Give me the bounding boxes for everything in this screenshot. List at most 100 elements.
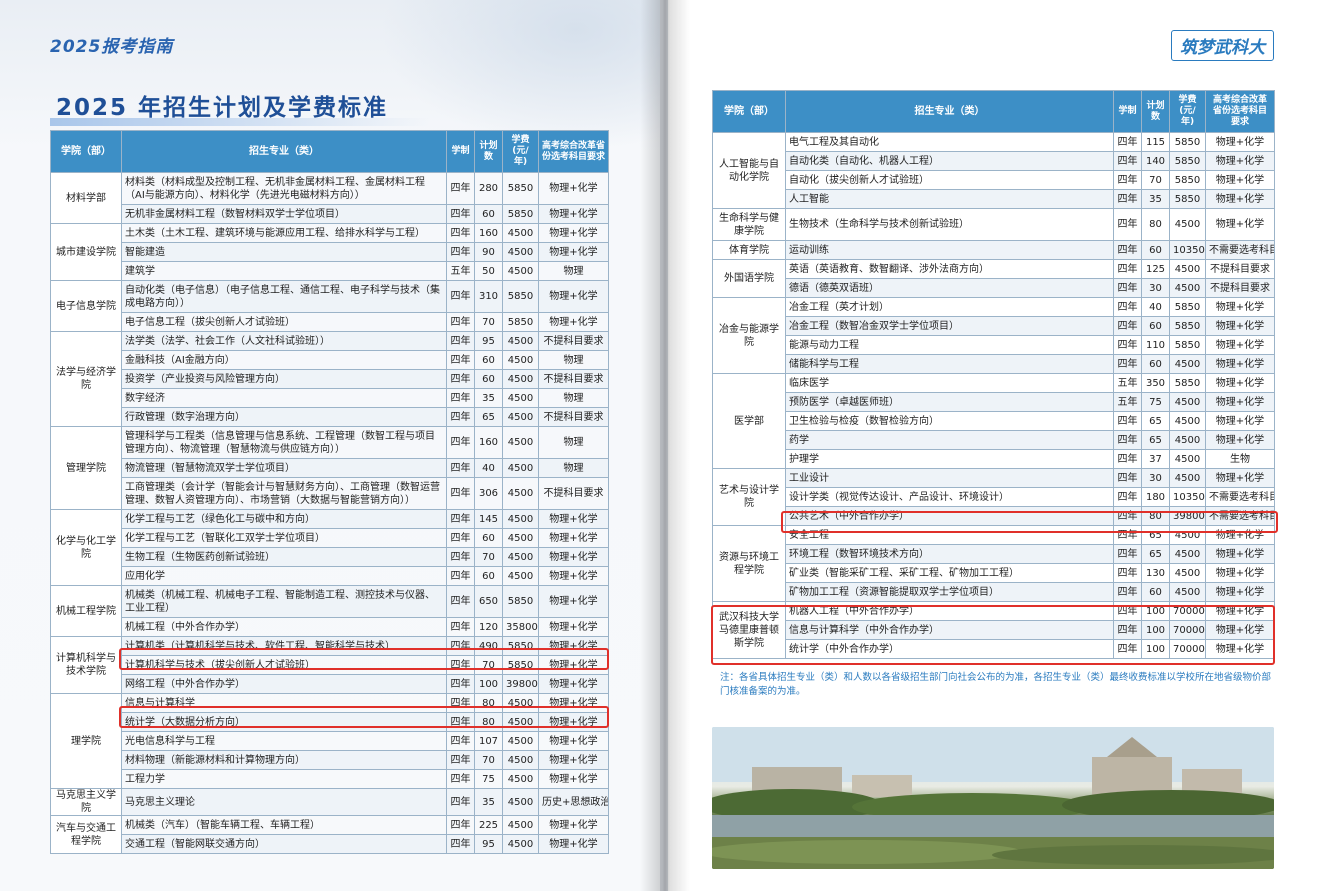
- plan-cell: 35: [1141, 189, 1170, 209]
- fee-cell: 5850: [502, 585, 539, 618]
- requirement-cell: 物理+化学: [1205, 208, 1275, 241]
- major-cell: 自动化类（电子信息）（电子信息工程、通信工程、电子科学与技术（集成电路方向））: [121, 280, 447, 313]
- years-cell: 四年: [1113, 563, 1142, 583]
- requirement-cell: 物理+化学: [538, 750, 609, 770]
- fee-cell: 4500: [1169, 525, 1206, 545]
- requirement-cell: 物理: [538, 261, 609, 281]
- requirement-cell: 物理+化学: [538, 547, 609, 567]
- requirement-cell: 物理+化学: [1205, 620, 1275, 640]
- header-fee: 学费(元/年): [502, 130, 539, 173]
- plan-cell: 80: [474, 712, 503, 732]
- fee-cell: 4500: [502, 477, 539, 510]
- header-requirement: 高考综合改革省份选考科目要求: [1205, 90, 1275, 133]
- table-row: 机械工程学院 机械类（机械工程、机械电子工程、智能制造工程、测控技术与仪器、工业工…: [50, 585, 609, 637]
- campus-photo: [712, 727, 1274, 869]
- requirement-cell: 不提科目要求: [538, 407, 609, 427]
- years-cell: 四年: [446, 566, 475, 586]
- fee-cell: 4500: [502, 834, 539, 854]
- years-cell: 四年: [446, 477, 475, 510]
- major-cell: 自动化类（自动化、机器人工程）: [785, 151, 1114, 171]
- college-cell: 法学与经济学院: [50, 331, 122, 427]
- major-cell: 物流管理（智慧物流双学士学位项目）: [121, 458, 447, 478]
- major-cell: 计算机科学与技术（拔尖创新人才试验班）: [121, 655, 447, 675]
- requirement-cell: 物理+化学: [538, 834, 609, 854]
- requirement-cell: 物理+化学: [538, 585, 609, 618]
- fee-cell: 4500: [1169, 354, 1206, 374]
- years-cell: 四年: [446, 834, 475, 854]
- table-row: 电子信息工程（拔尖创新人才试验班） 四年 70 5850 物理+化学: [51, 312, 609, 332]
- major-cell: 工程力学: [121, 769, 447, 789]
- requirement-cell: 物理+化学: [1205, 335, 1275, 355]
- years-cell: 四年: [1113, 189, 1142, 209]
- years-cell: 四年: [1113, 278, 1142, 298]
- years-cell: 四年: [446, 769, 475, 789]
- major-cell: 统计学（大数据分析方向）: [121, 712, 447, 732]
- years-cell: 五年: [446, 261, 475, 281]
- major-cell: 信息与计算科学: [121, 693, 447, 713]
- requirement-cell: 物理+化学: [1205, 132, 1275, 152]
- table-row: 统计学（大数据分析方向） 四年 80 4500 物理+化学: [51, 712, 609, 732]
- years-cell: 四年: [446, 528, 475, 548]
- table-row: 化学与化工学院 化学工程与工艺（绿色化工与碳中和方向） 四年 145 4500 物理+化学: [50, 509, 609, 586]
- plan-cell: 60: [474, 204, 503, 224]
- years-cell: 四年: [446, 280, 475, 313]
- table-row: 计算机科学与技术（拔尖创新人才试验班） 四年 70 5850 物理+化学: [51, 655, 609, 675]
- plan-cell: 65: [474, 407, 503, 427]
- college-cell: 武汉科技大学马德里康普顿斯学院: [712, 601, 786, 659]
- requirement-cell: 不提科目要求: [1205, 259, 1275, 279]
- table-row: 医学部 临床医学 五年 350 5850 物理+化学: [712, 373, 1275, 469]
- fee-cell: 5850: [502, 204, 539, 224]
- fee-cell: 4500: [502, 458, 539, 478]
- header-major: 招生专业（类）: [121, 130, 447, 173]
- major-cell: 机械类（机械工程、机械电子工程、智能制造工程、测控技术与仪器、工业工程）: [121, 585, 447, 618]
- years-cell: 四年: [1113, 297, 1142, 317]
- years-cell: 四年: [1113, 487, 1142, 507]
- table-row: 无机非金属材料工程（数智材料双学士学位项目） 四年 60 5850 物理+化学: [51, 204, 609, 224]
- plan-cell: 280: [474, 172, 503, 205]
- fee-cell: 4500: [502, 350, 539, 370]
- plan-cell: 350: [1141, 373, 1170, 393]
- fee-cell: 5850: [1169, 170, 1206, 190]
- major-cell: 统计学（中外合作办学）: [785, 639, 1114, 659]
- requirement-cell: 不需要选考科目: [1205, 240, 1275, 260]
- plan-cell: 107: [474, 731, 503, 751]
- requirement-cell: 物理+化学: [538, 712, 609, 732]
- fee-cell: 4500: [502, 769, 539, 789]
- fee-cell: 5850: [1169, 316, 1206, 336]
- requirement-cell: 物理+化学: [538, 204, 609, 224]
- table-row: 网络工程（中外合作办学） 四年 100 39800 物理+化学: [51, 674, 609, 694]
- table-row: 行政管理（数字治理方向） 四年 65 4500 不提科目要求: [51, 407, 609, 427]
- plan-cell: 160: [474, 223, 503, 243]
- college-cell: 化学与化工学院: [50, 509, 122, 586]
- major-cell: 应用化学: [121, 566, 447, 586]
- years-cell: 四年: [1113, 582, 1142, 602]
- plan-cell: 70: [474, 750, 503, 770]
- table-row: 冶金工程（数智冶金双学士学位项目） 四年 60 5850 物理+化学: [713, 316, 1275, 336]
- years-cell: 四年: [446, 693, 475, 713]
- fee-cell: 4500: [502, 261, 539, 281]
- header-decoration: [380, 0, 660, 150]
- plan-cell: 100: [1141, 601, 1170, 621]
- fee-cell: 4500: [502, 712, 539, 732]
- fee-cell: 4500: [502, 815, 539, 835]
- major-cell: 预防医学（卓越医师班）: [785, 392, 1114, 412]
- years-cell: 四年: [1113, 240, 1142, 260]
- years-cell: 四年: [1113, 601, 1142, 621]
- table-row: 应用化学 四年 60 4500 物理+化学: [51, 566, 609, 586]
- table-row: 数字经济 四年 35 4500 物理: [51, 388, 609, 408]
- plan-cell: 90: [474, 242, 503, 262]
- plan-cell: 70: [474, 312, 503, 332]
- major-cell: 环境工程（数智环境技术方向）: [785, 544, 1114, 564]
- plan-cell: 130: [1141, 563, 1170, 583]
- years-cell: 四年: [1113, 208, 1142, 241]
- fee-cell: 4500: [502, 223, 539, 243]
- years-cell: 四年: [446, 674, 475, 694]
- requirement-cell: 物理: [538, 426, 609, 459]
- years-cell: 四年: [1113, 170, 1142, 190]
- plan-cell: 65: [1141, 525, 1170, 545]
- fee-cell: 5850: [502, 636, 539, 656]
- fee-cell: 4500: [502, 547, 539, 567]
- major-cell: 机器人工程（中外合作办学）: [785, 601, 1114, 621]
- table-row: 计算机科学与技术学院 计算机类（计算机科学与技术、软件工程、智能科学与技术） 四年 4…: [50, 636, 609, 694]
- fee-cell: 4500: [1169, 430, 1206, 450]
